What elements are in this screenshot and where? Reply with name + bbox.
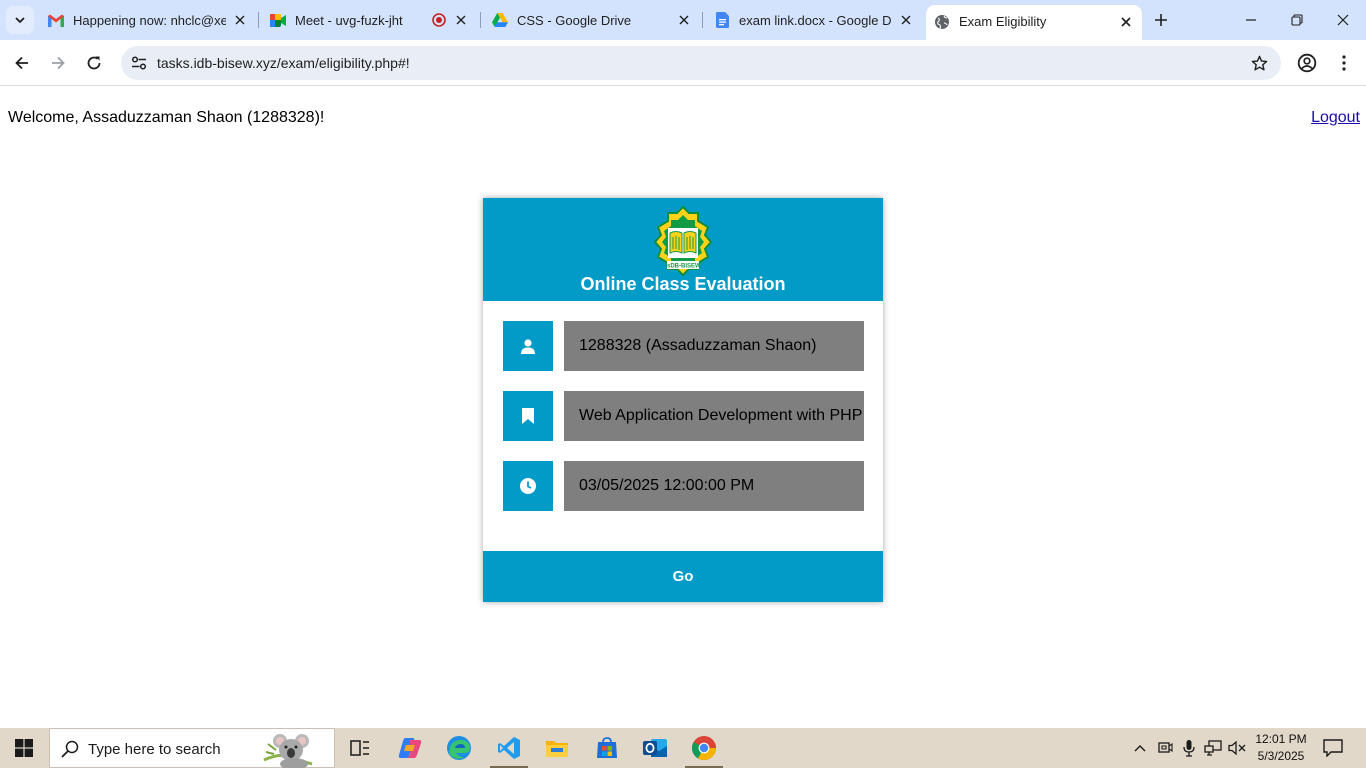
microphone-icon[interactable] [1178, 728, 1200, 768]
welcome-message: Welcome, Assaduzzaman Shaon (1288328)! [8, 109, 325, 126]
profile-icon [1297, 53, 1317, 73]
close-icon[interactable] [232, 12, 248, 28]
close-icon[interactable] [1118, 14, 1134, 30]
chrome-icon[interactable] [681, 728, 727, 768]
globe-icon [934, 14, 950, 30]
card-title: Online Class Evaluation [580, 274, 786, 294]
gmail-icon [48, 12, 64, 28]
logout-link[interactable]: Logout [1311, 109, 1360, 127]
isdb-bisew-logo: IsDB-BISEW [653, 206, 713, 276]
site-settings-icon[interactable] [128, 52, 150, 74]
minimize-icon [1246, 19, 1256, 21]
course-row [503, 391, 864, 441]
tab-meet[interactable]: Meet - uvg-fuzk-jht [262, 6, 478, 34]
copilot-icon[interactable] [387, 728, 433, 768]
close-icon[interactable] [453, 12, 469, 28]
taskbar-clock[interactable]: 12:01 PM 5/3/2025 [1248, 731, 1314, 765]
arrow-left-icon [15, 56, 28, 70]
browser-tab-strip: Happening now: nhclc@xeou Meet - uvg-fuz… [0, 0, 1366, 40]
bookmark-star-icon[interactable] [1249, 53, 1269, 73]
drive-icon [492, 12, 508, 28]
card-header: IsDB-BISEW Online Class Evaluation [483, 198, 883, 301]
close-window-button[interactable] [1320, 0, 1366, 40]
student-id-field[interactable] [564, 321, 864, 371]
file-explorer-icon[interactable] [534, 728, 580, 768]
new-tab-button[interactable] [1149, 8, 1173, 32]
tab-exam-eligibility[interactable]: Exam Eligibility [926, 5, 1142, 40]
show-hidden-icons-button[interactable] [1130, 728, 1150, 768]
tab-title: CSS - Google Drive [517, 12, 632, 28]
exam-time-field[interactable] [564, 461, 864, 511]
meet-tray-icon[interactable] [1154, 728, 1176, 768]
minimize-button[interactable] [1228, 0, 1274, 40]
tab-drive[interactable]: CSS - Google Drive [484, 6, 700, 34]
profile-button[interactable] [1293, 49, 1321, 77]
start-button[interactable] [0, 728, 48, 768]
network-icon[interactable] [1201, 728, 1225, 768]
browser-menu-button[interactable] [1330, 49, 1358, 77]
evaluation-card: IsDB-BISEW Online Class Evaluation Go [483, 198, 883, 602]
koala-illustration-icon [263, 734, 313, 768]
clock-time: 12:01 PM [1255, 732, 1307, 746]
tab-gmail[interactable]: Happening now: nhclc@xeou [40, 6, 256, 34]
vscode-icon[interactable] [486, 728, 532, 768]
student-id-row [503, 321, 864, 371]
volume-muted-icon[interactable] [1226, 728, 1248, 768]
tab-separator [702, 12, 703, 28]
go-button[interactable]: Go [483, 551, 883, 602]
more-vert-icon [1342, 55, 1346, 71]
course-field[interactable] [564, 391, 864, 441]
tab-separator [480, 12, 481, 28]
chevron-up-icon [1134, 745, 1146, 752]
tab-title: exam link.docx - Google Docs [739, 12, 892, 28]
clock-icon [503, 461, 553, 511]
windows-icon [15, 739, 33, 757]
search-icon [61, 740, 79, 758]
taskbar-search-box[interactable]: Type here to search [49, 728, 335, 768]
chevron-down-icon [15, 17, 25, 24]
bookmark-icon [503, 391, 553, 441]
user-icon [503, 321, 553, 371]
exam-time-row [503, 461, 864, 511]
outlook-icon[interactable] [632, 728, 678, 768]
edge-icon[interactable] [436, 728, 482, 768]
reload-icon [87, 56, 101, 70]
close-icon [1337, 14, 1349, 26]
close-icon[interactable] [898, 12, 914, 28]
browser-toolbar: tasks.idb-bisew.xyz/exam/eligibility.php… [0, 40, 1366, 86]
tab-title: Happening now: nhclc@xeou [73, 12, 226, 28]
meet-icon [270, 12, 286, 28]
address-bar[interactable]: tasks.idb-bisew.xyz/exam/eligibility.php… [121, 46, 1281, 80]
notification-icon [1323, 739, 1343, 757]
restore-icon [1291, 14, 1303, 26]
back-button[interactable] [8, 49, 36, 77]
tab-docs[interactable]: exam link.docx - Google Docs [706, 6, 922, 34]
search-placeholder: Type here to search [88, 741, 221, 758]
store-icon[interactable] [584, 728, 630, 768]
tab-title: Exam Eligibility [959, 14, 1047, 29]
tab-separator [258, 12, 259, 28]
url-text[interactable]: tasks.idb-bisew.xyz/exam/eligibility.php… [157, 55, 410, 71]
docs-icon [714, 12, 730, 28]
close-icon[interactable] [676, 12, 692, 28]
tab-search-button[interactable] [6, 6, 34, 34]
arrow-right-icon [52, 56, 65, 70]
logo-text: IsDB-BISEW [665, 264, 701, 270]
reload-button[interactable] [80, 49, 108, 77]
restore-button[interactable] [1274, 0, 1320, 40]
windows-taskbar: Type here to search 12:01 PM 5/3/2025 [0, 728, 1366, 768]
forward-button[interactable] [44, 49, 72, 77]
recording-icon [431, 12, 447, 28]
task-view-icon[interactable] [337, 728, 383, 768]
notifications-button[interactable] [1320, 736, 1346, 760]
plus-icon [1155, 14, 1167, 26]
clock-date: 5/3/2025 [1257, 749, 1305, 763]
tab-title: Meet - uvg-fuzk-jht [295, 12, 403, 28]
